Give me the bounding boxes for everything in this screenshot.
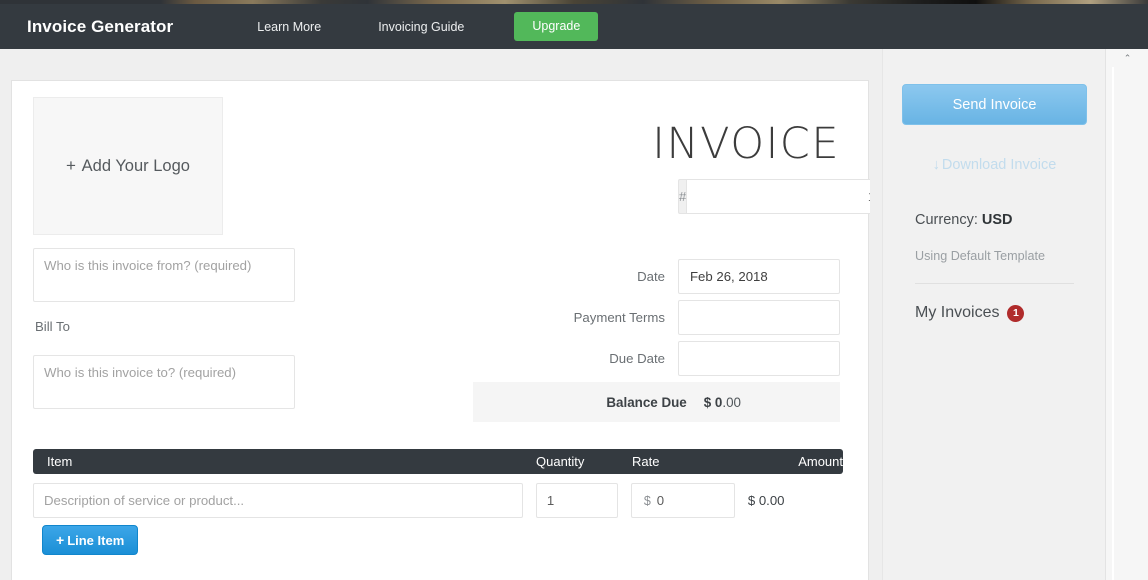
payment-terms-input[interactable] xyxy=(678,300,840,335)
column-header-quantity: Quantity xyxy=(536,454,585,469)
item-amount-value: $ 0.00 xyxy=(747,493,785,508)
plus-icon: + xyxy=(56,532,65,548)
add-line-item-label: Line Item xyxy=(67,533,125,548)
payment-terms-label: Payment Terms xyxy=(573,310,665,325)
column-header-amount: Amount xyxy=(798,454,843,469)
meta-row-payment-terms: Payment Terms xyxy=(473,300,840,335)
currency-label: Currency: xyxy=(915,212,982,228)
due-date-label: Due Date xyxy=(609,351,665,366)
browser-content-sliver xyxy=(0,0,1148,4)
balance-due-label: Balance Due xyxy=(606,394,687,410)
balance-due-row: Balance Due $ 0.00 xyxy=(473,382,840,422)
upgrade-button[interactable]: Upgrade xyxy=(514,12,599,41)
hash-icon: # xyxy=(678,179,687,214)
invoice-to-input[interactable] xyxy=(33,355,295,409)
add-logo-label: + Add Your Logo xyxy=(66,156,190,176)
item-description-input[interactable] xyxy=(33,483,523,518)
scroll-up-icon[interactable]: ⌃ xyxy=(1106,49,1148,67)
nav-link-learn-more[interactable]: Learn More xyxy=(255,16,323,38)
invoice-from-input[interactable] xyxy=(33,248,295,302)
scrollbar-track[interactable] xyxy=(1112,67,1114,580)
date-input[interactable] xyxy=(678,259,840,294)
balance-due-value: $ 0.00 xyxy=(704,395,741,410)
nav-link-invoicing-guide[interactable]: Invoicing Guide xyxy=(376,16,466,38)
download-arrow-icon: ↓ xyxy=(932,157,940,173)
top-navbar: Invoice Generator Learn More Invoicing G… xyxy=(0,4,1148,49)
balance-due-major: $ 0 xyxy=(703,394,723,410)
item-quantity-input[interactable] xyxy=(535,483,618,518)
bill-to-label: Bill To xyxy=(35,319,70,334)
page-body: + Add Your Logo Bill To INVOICE # Date P… xyxy=(0,49,1148,580)
date-label: Date xyxy=(637,269,665,284)
my-invoices-row[interactable]: My Invoices 1 xyxy=(915,304,1025,322)
line-items-header: Item Quantity Rate Amount xyxy=(33,449,843,474)
template-label[interactable]: Using Default Template xyxy=(915,249,1045,263)
app-brand-title: Invoice Generator xyxy=(27,16,174,36)
invoice-number-input[interactable] xyxy=(686,179,889,214)
send-invoice-button[interactable]: Send Invoice xyxy=(902,84,1087,125)
currency-row[interactable]: Currency: USD xyxy=(915,212,1013,228)
balance-due-minor: .00 xyxy=(722,394,741,410)
item-rate-input[interactable] xyxy=(656,493,734,508)
download-invoice-label: Download Invoice xyxy=(941,157,1057,173)
add-line-item-button[interactable]: + Line Item xyxy=(42,525,139,555)
my-invoices-label: My Invoices xyxy=(915,304,1000,321)
due-date-input[interactable] xyxy=(678,341,840,376)
invoice-heading: INVOICE xyxy=(652,119,840,169)
add-logo-text: Add Your Logo xyxy=(81,157,190,175)
sidebar-divider xyxy=(915,283,1074,284)
invoice-card: + Add Your Logo Bill To INVOICE # Date P… xyxy=(11,80,889,580)
nav-links: Learn More Invoicing Guide Upgrade xyxy=(255,12,599,41)
meta-row-date: Date xyxy=(473,259,840,294)
status-badge: 1 xyxy=(1007,304,1025,322)
meta-row-due-date: Due Date xyxy=(473,341,840,376)
line-items-table: Item Quantity Rate Amount $ $ 0.00 xyxy=(33,449,843,518)
page-scrollbar[interactable]: ⌃ xyxy=(1105,49,1148,580)
download-invoice-link[interactable]: ↓ Download Invoice xyxy=(883,157,1106,173)
currency-symbol-icon: $ xyxy=(643,493,651,508)
invoice-meta-rows: Date Payment Terms Due Date Balance Due … xyxy=(473,259,840,422)
item-rate-group: $ xyxy=(630,483,735,518)
column-header-item: Item xyxy=(47,454,73,469)
currency-value: USD xyxy=(981,212,1013,228)
table-row: $ $ 0.00 xyxy=(33,483,843,518)
plus-icon: + xyxy=(66,156,76,175)
add-logo-dropzone[interactable]: + Add Your Logo xyxy=(33,97,223,235)
invoice-number-group: # xyxy=(678,179,889,214)
sidebar-gutter xyxy=(870,49,882,580)
invoice-sidebar: Send Invoice ↓ Download Invoice Currency:… xyxy=(882,49,1105,580)
column-header-rate: Rate xyxy=(632,454,660,469)
